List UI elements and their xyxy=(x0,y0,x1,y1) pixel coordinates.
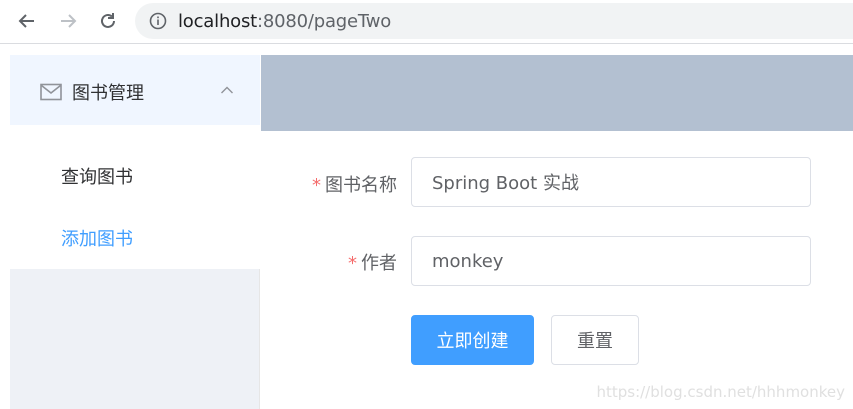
url-host: localhost xyxy=(178,11,257,32)
reload-button[interactable] xyxy=(93,6,123,36)
reload-icon xyxy=(101,13,115,28)
forward-button[interactable] xyxy=(53,6,83,36)
reset-button[interactable]: 重置 xyxy=(551,315,639,365)
sidebar-item-query-books[interactable]: 查询图书 xyxy=(61,163,133,189)
book-name-label: * 图书名称 xyxy=(257,171,397,197)
submenu-book-management[interactable]: 图书管理 xyxy=(10,55,260,125)
info-icon[interactable] xyxy=(149,12,167,30)
arrow-left-icon xyxy=(18,14,34,28)
sidebar-item-add-book[interactable]: 添加图书 xyxy=(61,225,133,251)
create-button[interactable]: 立即创建 xyxy=(411,315,534,365)
back-button[interactable] xyxy=(12,6,42,36)
chevron-up-icon xyxy=(221,86,233,94)
author-input[interactable] xyxy=(411,236,811,286)
submenu-items: 查询图书 添加图书 xyxy=(10,125,260,269)
author-label: * 作者 xyxy=(257,249,397,275)
mail-icon xyxy=(40,83,62,101)
url-text: localhost:8080/pageTwo xyxy=(178,11,391,32)
browser-toolbar: localhost:8080/pageTwo xyxy=(0,0,853,44)
page-header xyxy=(261,55,853,131)
submenu-label: 图书管理 xyxy=(72,83,144,104)
required-mark: * xyxy=(312,175,321,196)
url-path: :8080/pageTwo xyxy=(257,11,392,32)
author-label-text: 作者 xyxy=(361,253,397,274)
book-name-label-text: 图书名称 xyxy=(325,175,397,196)
book-name-input[interactable] xyxy=(411,157,811,207)
watermark: https://blog.csdn.net/hhhmonkey xyxy=(596,383,845,401)
add-book-form: *图书名称 *作者 立即创建 重置 xyxy=(261,131,853,409)
sidebar: 图书管理 查询图书 添加图书 xyxy=(10,55,260,409)
arrow-right-icon xyxy=(61,14,77,28)
required-mark: * xyxy=(348,253,357,274)
address-bar[interactable]: localhost:8080/pageTwo xyxy=(135,3,853,39)
